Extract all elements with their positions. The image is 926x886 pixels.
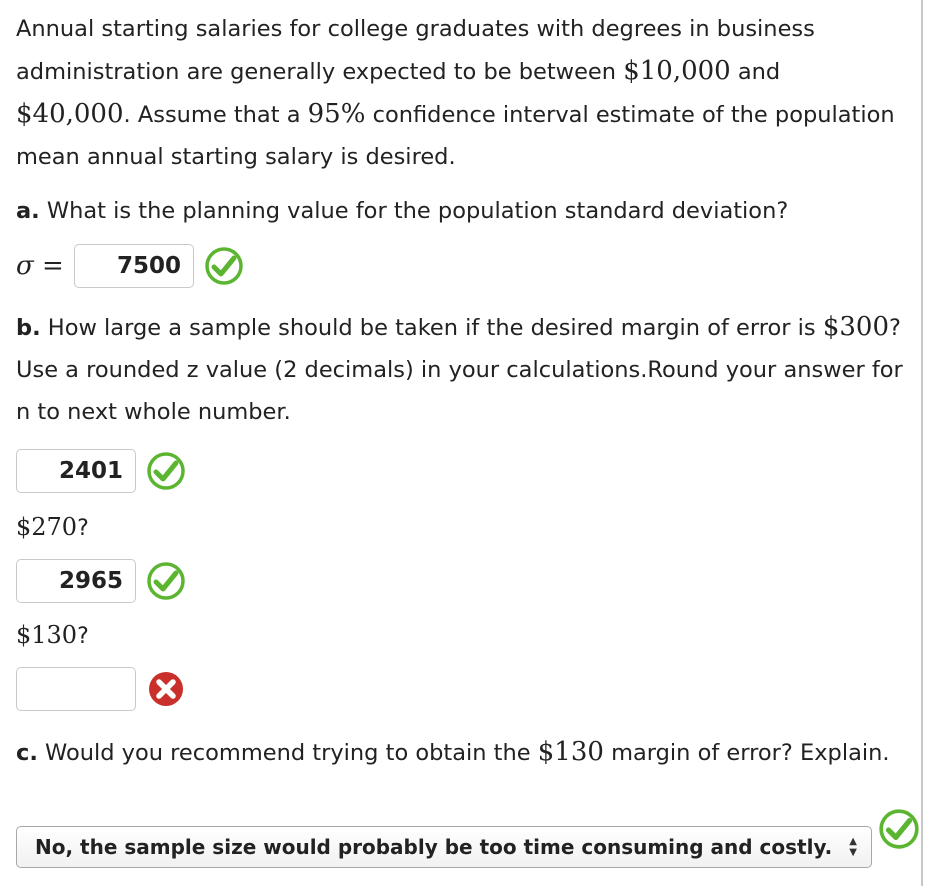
right-border [921,0,923,886]
problem-statement: Annual starting salaries for college gra… [16,16,895,170]
margin-300: $300 [822,312,889,342]
part-b-label: b. [16,315,41,341]
part-c-label: c. [16,740,38,766]
check-circle-icon [205,247,243,285]
margin-270-label: $270? [16,513,89,541]
check-circle-icon [147,562,185,600]
recommendation-select[interactable]: No, the sample size would probably be to… [16,826,872,868]
recommendation-selected-value: No, the sample size would probably be to… [35,835,833,859]
sample-size-input-2[interactable]: 2965 [16,559,136,603]
part-b-answer-row-1: 2401 [16,449,916,493]
check-circle-icon [879,809,919,849]
sigma-label: σ = [16,251,64,281]
margin-130-label: $130? [16,621,89,649]
high-salary: $40,000 [16,99,124,129]
confidence-level: 95% [307,99,366,129]
question-content: Annual starting salaries for college gra… [16,8,919,868]
sample-size-input-3[interactable] [16,667,136,711]
sigma-input[interactable]: 7500 [74,244,194,288]
check-circle-icon [147,452,185,490]
part-a-label: a. [16,198,40,224]
part-a-answer-row: σ = 7500 [16,244,916,288]
x-circle-icon [149,672,183,706]
up-down-arrows-icon: ▲ ▼ [849,836,857,858]
sample-size-input-1[interactable]: 2401 [16,449,136,493]
part-b-answer-row-2: 2965 [16,559,916,603]
part-b-answer-row-3 [16,667,916,711]
part-b-question: b. How large a sample should be taken if… [16,312,903,425]
margin-130: $130 [537,737,604,767]
part-c-question: c. Would you recommend trying to obtain … [16,737,890,767]
part-a-question: a. What is the planning value for the po… [16,198,789,224]
low-salary: $10,000 [623,56,731,86]
